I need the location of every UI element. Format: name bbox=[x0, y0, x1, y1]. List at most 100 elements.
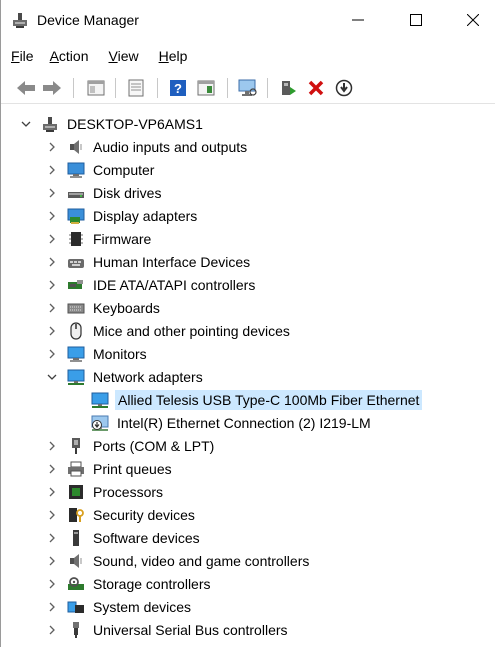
tree-item-ide-ata-atapi-controllers[interactable]: IDE ATA/ATAPI controllers bbox=[45, 273, 257, 296]
maximize-button[interactable] bbox=[393, 0, 439, 40]
sound-controller-icon bbox=[67, 552, 85, 570]
menu-bar: File Action View Help bbox=[1, 44, 195, 68]
device-manager-app-icon bbox=[11, 11, 29, 29]
tree-item-label: System devices bbox=[93, 598, 192, 615]
tree-item-label: Software devices bbox=[93, 529, 200, 546]
svg-text:?: ? bbox=[174, 81, 182, 96]
hid-icon bbox=[67, 253, 85, 271]
ide-controller-icon bbox=[67, 276, 85, 294]
chevron-right-icon[interactable] bbox=[45, 278, 59, 292]
forward-button[interactable] bbox=[41, 77, 63, 99]
tree-item-label: Security devices bbox=[93, 506, 195, 523]
minimize-button[interactable] bbox=[335, 0, 381, 40]
tree-item-label: Allied Telesis USB Type-C 100Mb Fiber Et… bbox=[115, 389, 423, 410]
menu-file[interactable]: File bbox=[1, 44, 42, 68]
chevron-right-icon[interactable] bbox=[45, 163, 59, 177]
speaker-icon bbox=[67, 138, 85, 156]
tree-item-label: Mice and other pointing devices bbox=[93, 322, 290, 339]
close-button[interactable] bbox=[450, 0, 495, 40]
chevron-right-icon[interactable] bbox=[45, 301, 59, 315]
tree-item-monitors[interactable]: Monitors bbox=[45, 342, 149, 365]
chevron-right-icon[interactable] bbox=[45, 232, 59, 246]
toolbar-separator bbox=[73, 78, 74, 98]
tree-item-label: Human Interface Devices bbox=[93, 253, 251, 270]
help-button[interactable]: ? bbox=[167, 77, 189, 99]
tree-item-intel-ethernet-connection[interactable]: Intel(R) Ethernet Connection (2) I219-LM bbox=[91, 411, 373, 434]
tree-item-disk-drives[interactable]: Disk drives bbox=[45, 181, 163, 204]
tree-item-security-devices[interactable]: Security devices bbox=[45, 503, 197, 526]
tree-item-display-adapters[interactable]: Display adapters bbox=[45, 204, 199, 227]
tree-item-label: Display adapters bbox=[93, 207, 198, 224]
firmware-icon bbox=[67, 230, 85, 248]
storage-controller-icon bbox=[67, 575, 85, 593]
action-pane-button[interactable] bbox=[195, 77, 217, 99]
chevron-right-icon[interactable] bbox=[45, 140, 59, 154]
update-driver-button[interactable] bbox=[277, 77, 299, 99]
show-hidden-icon bbox=[128, 79, 144, 97]
tree-item-network-adapters[interactable]: Network adapters bbox=[45, 365, 205, 388]
chevron-down-icon[interactable] bbox=[19, 117, 33, 131]
tree-item-processors[interactable]: Processors bbox=[45, 480, 165, 503]
uninstall-device-button[interactable] bbox=[305, 77, 327, 99]
tree-item-sound-video-and-game-controllers[interactable]: Sound, video and game controllers bbox=[45, 549, 311, 572]
chevron-right-icon[interactable] bbox=[45, 324, 59, 338]
show-hidden-button[interactable] bbox=[125, 77, 147, 99]
disable-device-button[interactable] bbox=[333, 77, 355, 99]
tree-item-ports[interactable]: Ports (COM & LPT) bbox=[45, 434, 216, 457]
tree-root-label: DESKTOP-VP6AMS1 bbox=[67, 115, 203, 132]
chevron-right-icon[interactable] bbox=[45, 531, 59, 545]
tree-item-print-queues[interactable]: Print queues bbox=[45, 457, 174, 480]
software-device-icon bbox=[67, 529, 85, 547]
tree-item-mice-and-other-pointing-devices[interactable]: Mice and other pointing devices bbox=[45, 319, 292, 342]
disable-device-icon bbox=[335, 79, 353, 97]
tree-item-label: Audio inputs and outputs bbox=[93, 138, 248, 155]
chevron-down-icon[interactable] bbox=[45, 370, 59, 384]
chevron-right-icon[interactable] bbox=[45, 485, 59, 499]
disabled-network-adapter-icon bbox=[91, 414, 109, 432]
usb-icon bbox=[67, 621, 85, 639]
menu-view[interactable]: View bbox=[97, 44, 147, 68]
back-button[interactable] bbox=[15, 77, 37, 99]
tree-item-software-devices[interactable]: Software devices bbox=[45, 526, 202, 549]
display-adapter-icon bbox=[67, 207, 85, 225]
tree-item-universal-serial-bus-controllers[interactable]: Universal Serial Bus controllers bbox=[45, 618, 290, 641]
properties-pane-icon bbox=[87, 80, 105, 96]
title-bar[interactable]: Device Manager bbox=[1, 0, 495, 40]
toolbar: ? bbox=[1, 74, 495, 104]
chevron-right-icon[interactable] bbox=[45, 600, 59, 614]
tree-root[interactable]: DESKTOP-VP6AMS1 bbox=[19, 112, 205, 135]
chevron-right-icon[interactable] bbox=[45, 508, 59, 522]
processor-icon bbox=[67, 483, 85, 501]
chevron-right-icon[interactable] bbox=[45, 554, 59, 568]
chevron-right-icon[interactable] bbox=[45, 462, 59, 476]
tree-item-keyboards[interactable]: Keyboards bbox=[45, 296, 162, 319]
tree-item-computer[interactable]: Computer bbox=[45, 158, 156, 181]
toolbar-separator bbox=[267, 78, 268, 98]
device-manager-window: Device Manager File Action View Help ? D… bbox=[0, 0, 495, 647]
chevron-right-icon[interactable] bbox=[45, 623, 59, 637]
tree-item-firmware[interactable]: Firmware bbox=[45, 227, 153, 250]
chevron-right-icon[interactable] bbox=[45, 255, 59, 269]
update-driver-icon bbox=[282, 81, 296, 95]
scan-hardware-button[interactable] bbox=[237, 77, 259, 99]
chevron-right-icon[interactable] bbox=[45, 209, 59, 223]
chevron-right-icon[interactable] bbox=[45, 577, 59, 591]
menu-action[interactable]: Action bbox=[42, 44, 97, 68]
tree-item-human-interface-devices[interactable]: Human Interface Devices bbox=[45, 250, 252, 273]
menu-help[interactable]: Help bbox=[147, 44, 196, 68]
properties-pane-button[interactable] bbox=[85, 77, 107, 99]
tree-item-label: IDE ATA/ATAPI controllers bbox=[93, 276, 256, 293]
chevron-right-icon[interactable] bbox=[45, 186, 59, 200]
tree-item-label: Print queues bbox=[93, 460, 172, 477]
maximize-icon bbox=[410, 14, 422, 26]
tree-item-label: Computer bbox=[93, 161, 155, 178]
tree-item-storage-controllers[interactable]: Storage controllers bbox=[45, 572, 213, 595]
monitor-scan-icon bbox=[238, 79, 257, 96]
tree-item-audio-inputs-and-outputs[interactable]: Audio inputs and outputs bbox=[45, 135, 249, 158]
chevron-right-icon[interactable] bbox=[45, 439, 59, 453]
tree-item-system-devices[interactable]: System devices bbox=[45, 595, 193, 618]
printer-icon bbox=[67, 460, 85, 478]
tree-item-label: Keyboards bbox=[93, 299, 160, 316]
tree-item-allied-telesis-adapter[interactable]: Allied Telesis USB Type-C 100Mb Fiber Et… bbox=[91, 388, 423, 411]
chevron-right-icon[interactable] bbox=[45, 347, 59, 361]
